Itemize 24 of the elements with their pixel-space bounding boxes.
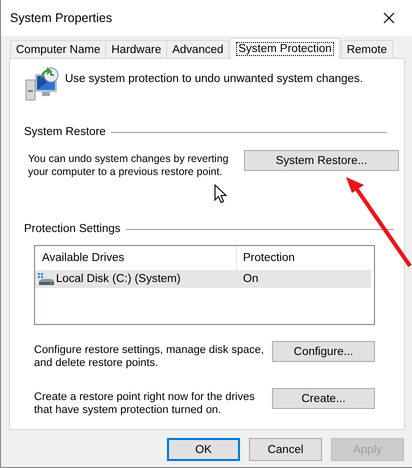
window-title: System Properties (10, 11, 112, 25)
restore-icon (23, 66, 59, 102)
close-icon (383, 12, 395, 24)
action-button[interactable]: Create... (272, 388, 375, 409)
action-button[interactable]: Configure... (272, 341, 375, 362)
system-restore-button[interactable]: System Restore... (244, 150, 399, 171)
intro-text: Use system protection to undo unwanted system changes. (65, 73, 363, 85)
column-header[interactable]: Protection (237, 246, 295, 270)
description-text: Configure restore settings, manage disk space, and delete restore points. (34, 344, 265, 370)
tab[interactable]: Remote (340, 40, 393, 58)
dialog-button[interactable]: Cancel (249, 438, 322, 461)
table-cell-text: On (242, 273, 258, 285)
mouse-cursor-icon (214, 184, 227, 204)
drive-icon (38, 272, 54, 286)
group-heading: Protection Settings (24, 223, 121, 235)
description-text: Create a restore point right now for the drives that have system protection turned on. (34, 391, 256, 417)
tab[interactable]: Advanced (166, 40, 230, 58)
table-cell: Local Disk (C:) (System) (56, 273, 181, 285)
tab[interactable]: System Protection (230, 38, 340, 59)
description-text: You can undo system changes by reverting your computer to a previous restore point. (28, 153, 230, 179)
tab[interactable]: Computer Name (10, 40, 106, 58)
group-heading: System Restore (24, 126, 106, 138)
list-row[interactable]: Local Disk (C:) (System) On (35, 270, 371, 288)
dialog-button[interactable]: OK (167, 438, 240, 461)
